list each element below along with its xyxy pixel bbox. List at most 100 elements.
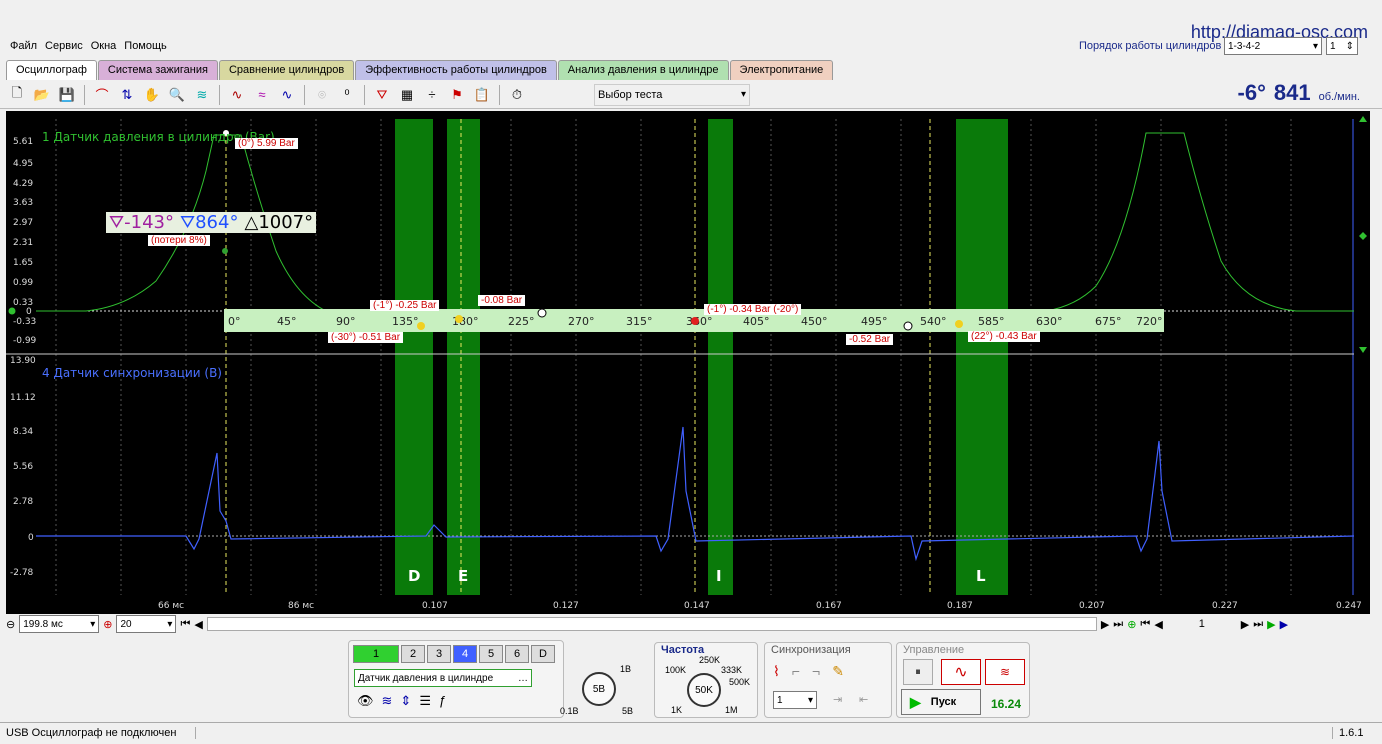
spinner-icon: ⇕ [1345, 40, 1354, 52]
tab-ignition[interactable]: Система зажигания [97, 60, 218, 80]
angle-tick: 450° [801, 315, 828, 328]
measure-icon[interactable]: ⇅ [116, 84, 138, 106]
fx-icon[interactable]: ƒ [439, 693, 446, 709]
frequency-knob[interactable]: 50K [687, 673, 721, 707]
edge-up-icon[interactable]: ⌐ [792, 663, 800, 680]
next-page-icon[interactable]: ▶ [1101, 618, 1109, 631]
angle-tick: 720° [1136, 315, 1163, 328]
edge-down-icon[interactable]: ¬ [812, 663, 820, 680]
rising-edge-icon[interactable]: ⌇ [773, 663, 780, 680]
angle-tick: 225° [508, 315, 535, 328]
auto-sync-icon[interactable]: ✎ [832, 663, 844, 680]
label-top-pressure: (0°) 5.99 Bar [235, 138, 298, 149]
y-tick: 4.29 [13, 179, 33, 189]
chevron-down-icon: ▾ [807, 694, 813, 706]
cursor-icon[interactable]: ⌒ [91, 84, 113, 106]
tab-power[interactable]: Электропитание [729, 60, 834, 80]
menu-windows[interactable]: Окна [87, 38, 121, 56]
next-frame-icon[interactable]: ▶ [1241, 618, 1249, 631]
chevron-down-icon: ▾ [167, 618, 173, 630]
save-icon[interactable]: 💾 [56, 84, 78, 106]
page-number[interactable]: 1 [1167, 618, 1237, 630]
wave-icon-3[interactable]: ∿ [276, 84, 298, 106]
pause-icon[interactable]: ⏸ [903, 659, 933, 685]
collapse-icon[interactable]: ⇥ [833, 693, 842, 706]
y-tick: 2.97 [13, 218, 33, 228]
prev-page-icon[interactable]: ◀ [194, 618, 202, 631]
test-select[interactable]: Выбор теста ▾ [594, 83, 750, 106]
expand-icon[interactable]: ⇤ [859, 693, 868, 706]
waveform-icon[interactable]: ≋ [382, 693, 393, 709]
freq-label: 100K [665, 665, 687, 675]
open-folder-icon[interactable]: 📂 [31, 84, 53, 106]
last-frame-icon[interactable]: ⏭ [1253, 618, 1263, 631]
channel-3-button[interactable]: 3 [427, 645, 451, 663]
sync-channel-select[interactable]: 1 ▾ [773, 691, 817, 709]
wave-icon-2[interactable]: ≈ [251, 84, 273, 106]
auto-trigger-icon[interactable]: ⌾ [311, 84, 333, 106]
channel-1-button[interactable]: 1 [353, 645, 399, 663]
menu-bar: Файл Сервис Окна Помощь [0, 38, 171, 56]
zoom-in-icon[interactable]: ⊕ [103, 618, 112, 631]
lines-icon[interactable]: ☰ [419, 693, 431, 709]
y-tick: 5.56 [13, 462, 33, 472]
timebase-select[interactable]: 199.8 мс ▾ [19, 615, 100, 633]
zone-label: I [716, 567, 722, 585]
y-tick: 0.99 [13, 278, 33, 288]
new-file-icon[interactable]: 🗋 [6, 84, 28, 106]
menu-help[interactable]: Помощь [120, 38, 171, 56]
start-button[interactable]: ▶ Пуск [901, 689, 981, 715]
menu-file[interactable]: Файл [6, 38, 41, 56]
first-page-icon[interactable]: ⏮ [180, 618, 190, 631]
zoom-out-icon[interactable]: ⊖ [6, 618, 15, 631]
angle-tick: 0° [228, 315, 241, 328]
voltage-knob-center: 5В [582, 672, 616, 706]
cylinder-select[interactable]: 1 ⇕ [1326, 37, 1358, 55]
scrollbar[interactable] [206, 617, 1097, 631]
prev-frame-icon[interactable]: ◀ [1154, 618, 1162, 631]
arrows-icon[interactable]: ⇕ [400, 693, 411, 709]
filter-red-icon[interactable]: ⛛ [371, 84, 393, 106]
firing-order-select[interactable]: 1-3-4-2 ▾ [1224, 37, 1322, 55]
channel-4-button[interactable]: 4 [453, 645, 477, 663]
zero-icon[interactable]: ⁰ [336, 84, 358, 106]
channel-2-button[interactable]: 2 [401, 645, 425, 663]
start-label: Пуск [930, 696, 957, 708]
tab-oscilloscope[interactable]: Осциллограф [6, 60, 97, 80]
sine-icon[interactable]: ∿ [941, 659, 981, 685]
oscilloscope-display[interactable]: 0° 45° 90° 135° 180° 225° 270° 315° 360°… [6, 111, 1370, 615]
play-icon[interactable]: ▶ [1267, 618, 1275, 631]
grid-icon[interactable]: ▦ [396, 84, 418, 106]
flag-icon[interactable]: ⚑ [446, 84, 468, 106]
auto-icon[interactable]: ⏱ [506, 84, 528, 106]
menu-service[interactable]: Сервис [41, 38, 87, 56]
tab-pressure-analysis[interactable]: Анализ давления в цилиндре [557, 60, 729, 80]
filter-icon: ⛛ [109, 211, 125, 233]
wave-icon-1[interactable]: ∿ [226, 84, 248, 106]
channel-name-field[interactable]: Датчик давления в цилиндре… [354, 669, 532, 687]
channel-d-button[interactable]: D [531, 645, 555, 663]
filter-icon[interactable]: ≋ [191, 84, 213, 106]
count-select[interactable]: 20 ▾ [116, 615, 177, 633]
divider-icon[interactable]: ÷ [421, 84, 443, 106]
ellipsis-icon[interactable]: … [518, 673, 528, 684]
hand-icon[interactable]: ✋ [141, 84, 163, 106]
zoom-icon[interactable]: 🔍 [166, 84, 188, 106]
noise-wave-icon[interactable]: ≋ [985, 659, 1025, 685]
first-frame-icon[interactable]: ⏮ [1140, 618, 1150, 631]
tab-cylinder-compare[interactable]: Сравнение цилиндров [218, 60, 355, 80]
play-blue-icon[interactable]: ▶ [1280, 618, 1288, 631]
label-m4: (-1°) -0.34 Bar (-20°) [704, 304, 802, 315]
angle-tick: 270° [568, 315, 595, 328]
notes-icon[interactable]: 📋 [471, 84, 493, 106]
chevron-down-icon: ▾ [90, 618, 96, 630]
tab-cylinder-efficiency[interactable]: Эффективность работы цилиндров [355, 60, 557, 80]
voltage-knob[interactable]: 5В 1В 0.1В 5В [560, 660, 650, 718]
add-icon[interactable]: ⊕ [1127, 618, 1136, 631]
y-tick: 5.61 [13, 137, 33, 147]
last-page-icon[interactable]: ⏭ [1113, 618, 1123, 631]
eye-icon[interactable]: 👁 [357, 693, 374, 709]
channel-5-button[interactable]: 5 [479, 645, 503, 663]
channel-6-button[interactable]: 6 [505, 645, 529, 663]
control-value: 16.24 [991, 697, 1022, 711]
